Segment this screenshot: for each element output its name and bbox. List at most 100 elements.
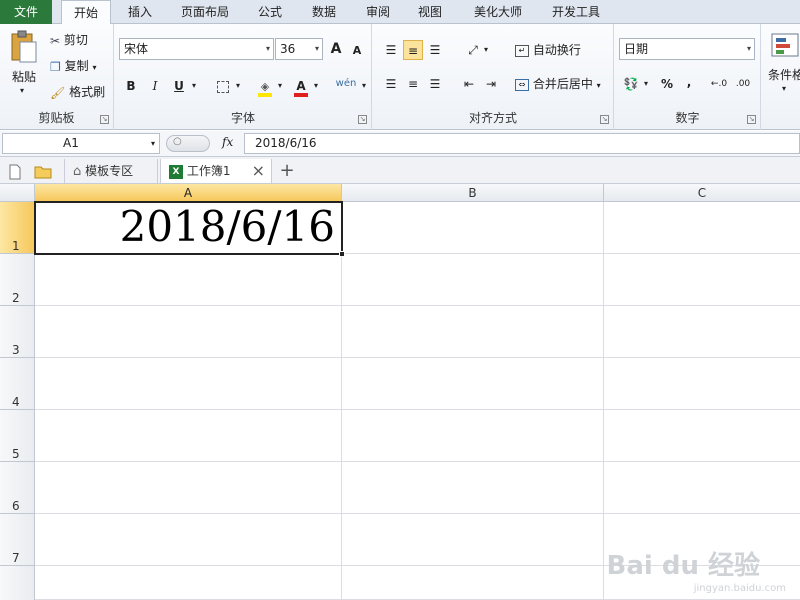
alignment-launcher-icon[interactable]: ↘ (600, 115, 609, 124)
decrease-indent-button[interactable]: ⇤ (459, 74, 479, 94)
row-header-6[interactable]: 6 (0, 462, 35, 514)
select-all-corner[interactable] (0, 184, 35, 202)
cell-c2[interactable] (604, 254, 800, 306)
column-header-b[interactable]: B (342, 184, 604, 202)
fill-color-button[interactable]: ◈ (255, 76, 275, 97)
cell-a5[interactable] (35, 410, 342, 462)
tab-insert[interactable]: 插入 (118, 0, 162, 24)
decrease-decimal-button[interactable]: .00 (733, 74, 753, 94)
orientation-chevron-icon[interactable]: ▾ (481, 40, 491, 60)
fill-handle[interactable] (339, 251, 345, 257)
clipboard-group-label: 剪贴板 (38, 111, 75, 125)
paste-button[interactable]: 粘贴 ▾ (6, 30, 42, 95)
font-color-chevron-icon[interactable]: ▾ (311, 76, 321, 96)
currency-chevron-icon[interactable]: ▾ (641, 74, 651, 94)
number-launcher-icon[interactable]: ↘ (747, 115, 756, 124)
row-header-2[interactable]: 2 (0, 254, 35, 306)
tab-data[interactable]: 数据 (302, 0, 346, 24)
row-header-1[interactable]: 1 (0, 202, 35, 254)
increase-decimal-button[interactable]: ←.0 (709, 74, 729, 94)
tab-home[interactable]: 开始 (61, 0, 111, 25)
tab-beautify[interactable]: 美化大师 (462, 0, 534, 24)
font-name-select[interactable]: 宋体 ▾ (119, 38, 274, 60)
cell-a6[interactable] (35, 462, 342, 514)
folder-icon[interactable] (34, 159, 56, 183)
fill-chevron-icon[interactable]: ▾ (275, 76, 285, 96)
cell-b2[interactable] (342, 254, 604, 306)
close-icon[interactable]: × (252, 159, 265, 183)
increase-indent-button[interactable]: ⇥ (481, 74, 501, 94)
merge-center-button[interactable]: ⇔ 合并后居中 ▾ (515, 74, 601, 94)
row-header-5[interactable]: 5 (0, 410, 35, 462)
cell-b3[interactable] (342, 306, 604, 358)
align-left-button[interactable]: ☰ (381, 74, 401, 94)
formula-bar-toggle[interactable]: ○ (166, 135, 210, 152)
tab-developer[interactable]: 开发工具 (540, 0, 612, 24)
conditional-format-button[interactable] (770, 32, 800, 60)
add-tab-button[interactable]: + (276, 159, 298, 183)
font-size-select[interactable]: 36 ▾ (275, 38, 323, 60)
phonetic-chevron-icon[interactable]: ▾ (359, 76, 369, 96)
tab-template-zone[interactable]: ⌂ 模板专区 (64, 159, 158, 183)
cell-c4[interactable] (604, 358, 800, 410)
cell-b8[interactable] (342, 566, 604, 600)
font-color-button[interactable]: A (291, 76, 311, 97)
align-top-button[interactable]: ☰ (381, 40, 401, 60)
row-header-3[interactable]: 3 (0, 306, 35, 358)
cell-b6[interactable] (342, 462, 604, 514)
cell-c6[interactable] (604, 462, 800, 514)
cell-a8[interactable] (35, 566, 342, 600)
cell-b5[interactable] (342, 410, 604, 462)
align-bottom-button[interactable]: ☰ (425, 40, 445, 60)
cell-b7[interactable] (342, 514, 604, 566)
tab-review[interactable]: 审阅 (356, 0, 400, 24)
border-chevron-icon[interactable]: ▾ (233, 76, 243, 96)
cell-a2[interactable] (35, 254, 342, 306)
row-header-4[interactable]: 4 (0, 358, 35, 410)
formula-input[interactable]: 2018/6/16 (244, 133, 800, 154)
tab-workbook1[interactable]: X 工作簿1 × (160, 159, 272, 183)
number-format-select[interactable]: 日期 ▾ (619, 38, 755, 60)
copy-button[interactable]: ❐ 复制 ▾ (50, 56, 96, 76)
new-document-icon[interactable] (8, 159, 30, 183)
cell-c3[interactable] (604, 306, 800, 358)
comma-button[interactable]: , (679, 72, 699, 92)
grow-font-button[interactable]: A (326, 39, 346, 59)
align-middle-button[interactable]: ≡ (403, 40, 423, 60)
font-launcher-icon[interactable]: ↘ (358, 115, 367, 124)
cell-a7[interactable] (35, 514, 342, 566)
row-header-7[interactable]: 7 (0, 514, 35, 566)
cell-a3[interactable] (35, 306, 342, 358)
phonetic-button[interactable]: wén (333, 74, 359, 94)
tab-view[interactable]: 视图 (408, 0, 452, 24)
cell-c5[interactable] (604, 410, 800, 462)
insert-function-button[interactable]: fx (222, 135, 233, 149)
underline-chevron-icon[interactable]: ▾ (189, 76, 199, 96)
align-center-button[interactable]: ≡ (403, 74, 423, 94)
name-box[interactable]: A1 ▾ (2, 133, 160, 154)
tab-page-layout[interactable]: 页面布局 (170, 0, 240, 24)
cut-button[interactable]: ✂ 剪切 (50, 30, 88, 50)
italic-button[interactable]: I (145, 76, 165, 96)
orientation-button[interactable]: ⤢ (463, 40, 483, 60)
clipboard-launcher-icon[interactable]: ↘ (100, 115, 109, 124)
cell-a4[interactable] (35, 358, 342, 410)
row-header-8[interactable] (0, 566, 35, 600)
cell-b4[interactable] (342, 358, 604, 410)
tab-formulas[interactable]: 公式 (248, 0, 292, 24)
bold-button[interactable]: B (121, 76, 141, 96)
percent-button[interactable]: % (657, 74, 677, 94)
border-button[interactable] (213, 76, 233, 96)
shrink-font-button[interactable]: A (347, 41, 367, 61)
underline-button[interactable]: U (169, 76, 189, 96)
tab-file[interactable]: 文件 (0, 0, 52, 24)
cell-b1[interactable] (342, 202, 604, 254)
format-painter-button[interactable]: 🖌 格式刷 (50, 82, 105, 102)
currency-button[interactable]: 💱 (621, 74, 641, 94)
wrap-text-button[interactable]: ↵ 自动换行 (515, 40, 581, 60)
column-header-a[interactable]: A (35, 184, 342, 202)
cell-a1[interactable]: 2018/6/16 (34, 201, 343, 255)
cell-c1[interactable] (604, 202, 800, 254)
column-header-c[interactable]: C (604, 184, 800, 202)
align-right-button[interactable]: ☰ (425, 74, 445, 94)
